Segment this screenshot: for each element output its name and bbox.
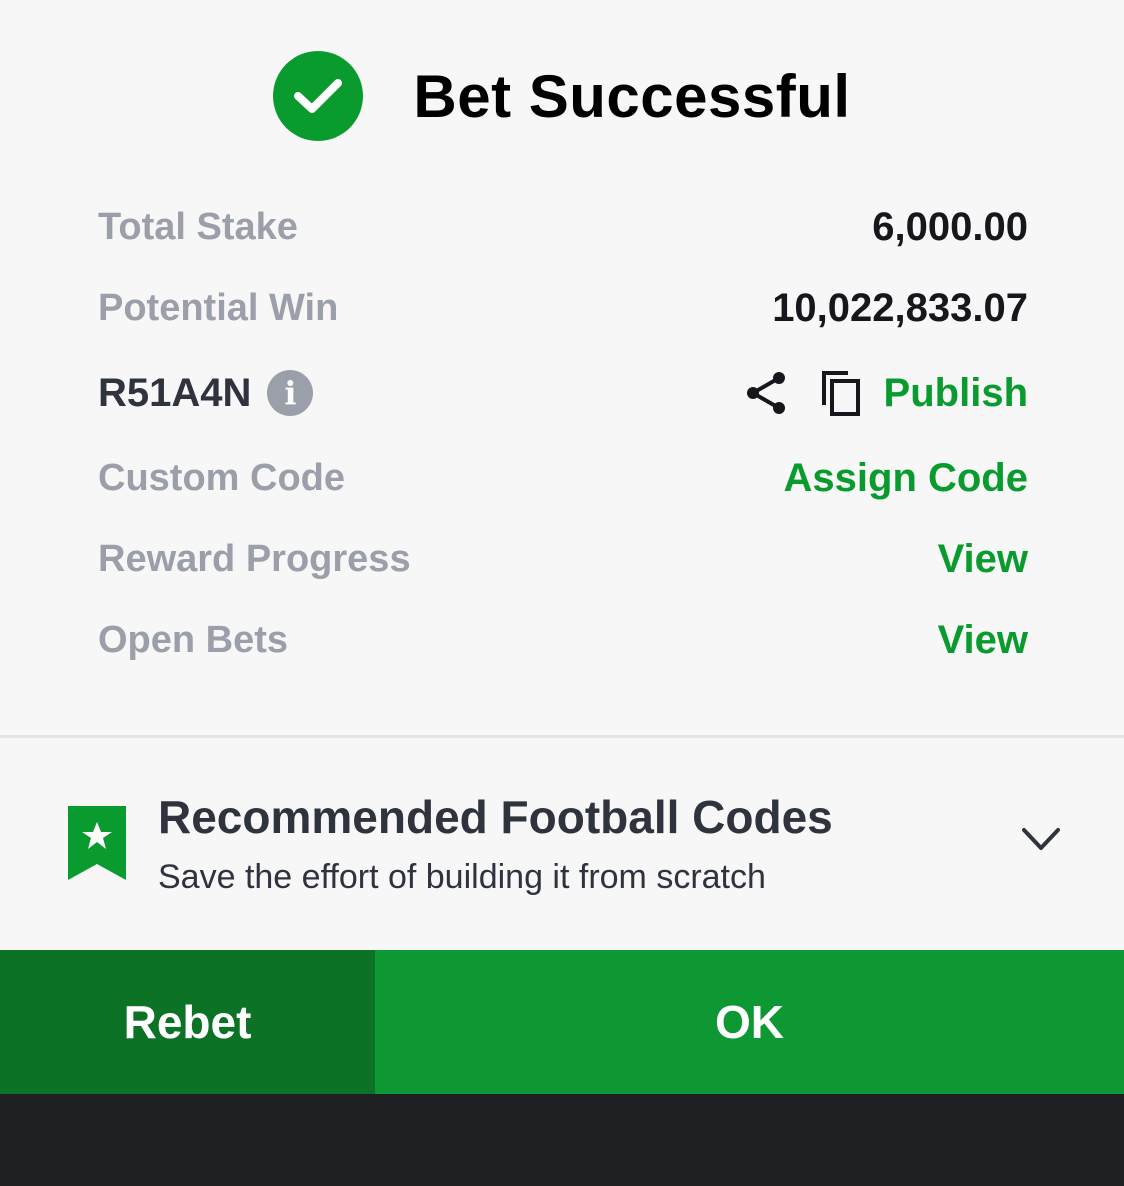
chevron-down-icon[interactable] bbox=[1020, 826, 1062, 859]
total-stake-label: Total Stake bbox=[98, 205, 298, 248]
custom-code-label: Custom Code bbox=[98, 456, 345, 499]
info-icon[interactable]: i bbox=[267, 370, 314, 416]
recommended-codes-section[interactable]: Recommended Football Codes Save the effo… bbox=[0, 780, 1124, 910]
bottom-bar bbox=[0, 1094, 1124, 1186]
ok-button[interactable]: OK bbox=[375, 950, 1124, 1094]
open-bets-label: Open Bets bbox=[98, 618, 289, 661]
recommended-subtitle: Save the effort of building it from scra… bbox=[158, 858, 766, 896]
share-icon[interactable] bbox=[744, 370, 790, 416]
action-bar: Rebet OK bbox=[0, 950, 1124, 1094]
bookmark-star-icon bbox=[66, 804, 128, 887]
reward-progress-label: Reward Progress bbox=[98, 537, 411, 580]
total-stake-row: Total Stake 6,000.00 bbox=[98, 197, 1028, 257]
publish-link[interactable]: Publish bbox=[884, 371, 1028, 416]
potential-win-row: Potential Win 10,022,833.07 bbox=[98, 278, 1028, 338]
open-bets-view-link[interactable]: View bbox=[938, 618, 1028, 663]
recommended-title: Recommended Football Codes bbox=[158, 791, 833, 843]
copy-icon[interactable] bbox=[820, 369, 862, 417]
assign-code-link[interactable]: Assign Code bbox=[784, 456, 1028, 501]
custom-code-row: Custom Code Assign Code bbox=[98, 448, 1028, 508]
divider bbox=[0, 735, 1124, 738]
total-stake-value: 6,000.00 bbox=[872, 204, 1028, 249]
potential-win-value: 10,022,833.07 bbox=[772, 285, 1028, 330]
potential-win-label: Potential Win bbox=[98, 286, 339, 329]
booking-code-row: R51A4N i Publish bbox=[98, 363, 1028, 423]
open-bets-row: Open Bets View bbox=[98, 610, 1028, 670]
rebet-button[interactable]: Rebet bbox=[0, 950, 375, 1094]
reward-progress-view-link[interactable]: View bbox=[938, 537, 1028, 582]
success-header: Bet Successful bbox=[0, 50, 1124, 142]
booking-code: R51A4N bbox=[98, 370, 252, 415]
check-circle-icon bbox=[273, 51, 364, 141]
reward-progress-row: Reward Progress View bbox=[98, 529, 1028, 589]
page-title: Bet Successful bbox=[413, 62, 851, 130]
